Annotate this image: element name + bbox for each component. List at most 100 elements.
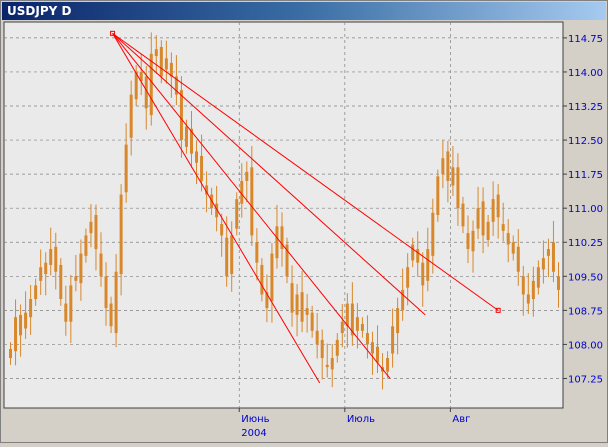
candle-body — [451, 167, 455, 186]
candle-body — [456, 167, 460, 209]
price-tick-label: 107.25 — [568, 374, 603, 385]
candle-body — [360, 323, 364, 331]
candle-body — [14, 317, 18, 352]
candle-body — [330, 358, 334, 370]
candle-body — [200, 155, 204, 181]
candle-body — [94, 215, 98, 250]
candle-body — [355, 317, 359, 331]
candle-body — [345, 303, 349, 327]
price-tick-label: 113.25 — [568, 102, 603, 113]
candle-body — [154, 49, 158, 57]
candle-body — [129, 94, 133, 138]
candle-body — [109, 303, 113, 327]
candle-body — [476, 208, 480, 229]
price-tick-label: 114.00 — [568, 68, 603, 79]
candle-body — [511, 242, 515, 254]
candle-body — [386, 358, 390, 372]
candle-body — [9, 348, 13, 359]
candle-body — [24, 312, 28, 329]
candle-body — [486, 221, 490, 240]
candle-body — [49, 249, 53, 265]
candle-body — [461, 203, 465, 227]
candle-body — [516, 246, 520, 272]
candle-body — [436, 176, 440, 215]
date-tick-label: Июнь — [241, 414, 269, 425]
candle-body — [230, 235, 234, 275]
candle-body — [54, 246, 58, 272]
candle-body — [521, 276, 525, 295]
candle-body — [370, 342, 374, 354]
candle-body — [310, 312, 314, 331]
candle-body — [411, 244, 415, 261]
candle-body — [195, 151, 199, 163]
candle-body — [79, 253, 83, 284]
candle-body — [536, 267, 540, 288]
candle-body — [64, 303, 68, 322]
candle-body — [19, 314, 23, 336]
candle-body — [114, 271, 118, 334]
candle-body — [119, 194, 123, 275]
price-tick-label: 110.25 — [568, 238, 603, 249]
candle-body — [89, 221, 93, 234]
price-tick-label: 111.00 — [568, 204, 603, 215]
candle-body — [416, 249, 420, 263]
year-label: 2004 — [241, 428, 266, 439]
candle-body — [235, 199, 239, 229]
candle-body — [320, 339, 324, 359]
candle-body — [426, 249, 430, 281]
candle-body — [551, 242, 555, 272]
candle-body — [59, 264, 63, 300]
candle-body — [29, 299, 33, 318]
candle-body — [396, 308, 400, 334]
candle-body — [441, 158, 445, 175]
candle-body — [556, 276, 560, 290]
candle-body — [501, 224, 505, 231]
date-axis: Июнь Июль Авг 2004 — [238, 408, 470, 439]
candle-body — [164, 58, 168, 70]
candle-body — [481, 201, 485, 236]
candle-body — [250, 167, 254, 236]
candle-body — [34, 285, 38, 300]
candle-body — [104, 276, 108, 309]
candle-body — [84, 235, 88, 256]
price-tick-label: 114.75 — [568, 34, 603, 45]
candle-body — [541, 258, 545, 270]
candle-body — [446, 151, 450, 181]
candle-body — [290, 283, 294, 313]
candle-body — [225, 237, 229, 277]
date-tick-label: Авг — [452, 414, 470, 425]
candle-body — [546, 249, 550, 256]
price-tick-label: 109.50 — [568, 272, 603, 283]
price-axis: 114.75 114.00 113.25 112.50 111.75 111.00 110.… — [563, 34, 603, 385]
candle-body — [300, 292, 304, 322]
candle-body — [255, 242, 259, 263]
candle-body — [471, 230, 475, 252]
candle-body — [391, 326, 395, 354]
candle-body — [270, 253, 274, 302]
date-tick-label: Июль — [347, 414, 375, 425]
candle-body — [159, 46, 163, 77]
candle-body — [69, 285, 73, 322]
candle-body — [421, 262, 425, 286]
candle-body — [184, 126, 188, 147]
candle-body — [275, 226, 279, 259]
candle-body — [531, 280, 535, 300]
candle-body — [376, 346, 380, 363]
candle-body — [134, 71, 138, 100]
price-tick-label: 108.00 — [568, 340, 603, 351]
candle-body — [149, 53, 153, 116]
candle-body — [245, 171, 249, 181]
candle-body — [496, 194, 500, 218]
candle-body — [179, 90, 183, 141]
chart-container: 114.75 114.00 113.25 112.50 111.75 111.00 110.… — [0, 0, 608, 443]
candle-body — [406, 267, 410, 288]
candle-body — [220, 224, 224, 236]
candle-body — [315, 330, 319, 345]
candle-body — [295, 294, 299, 315]
candle-body — [365, 333, 369, 345]
candle-body — [99, 253, 103, 277]
price-chart[interactable]: 114.75 114.00 113.25 112.50 111.75 111.00 110.… — [0, 0, 608, 443]
price-tick-label: 111.75 — [568, 170, 603, 181]
candle-body — [44, 262, 48, 275]
candle-body — [506, 233, 510, 245]
